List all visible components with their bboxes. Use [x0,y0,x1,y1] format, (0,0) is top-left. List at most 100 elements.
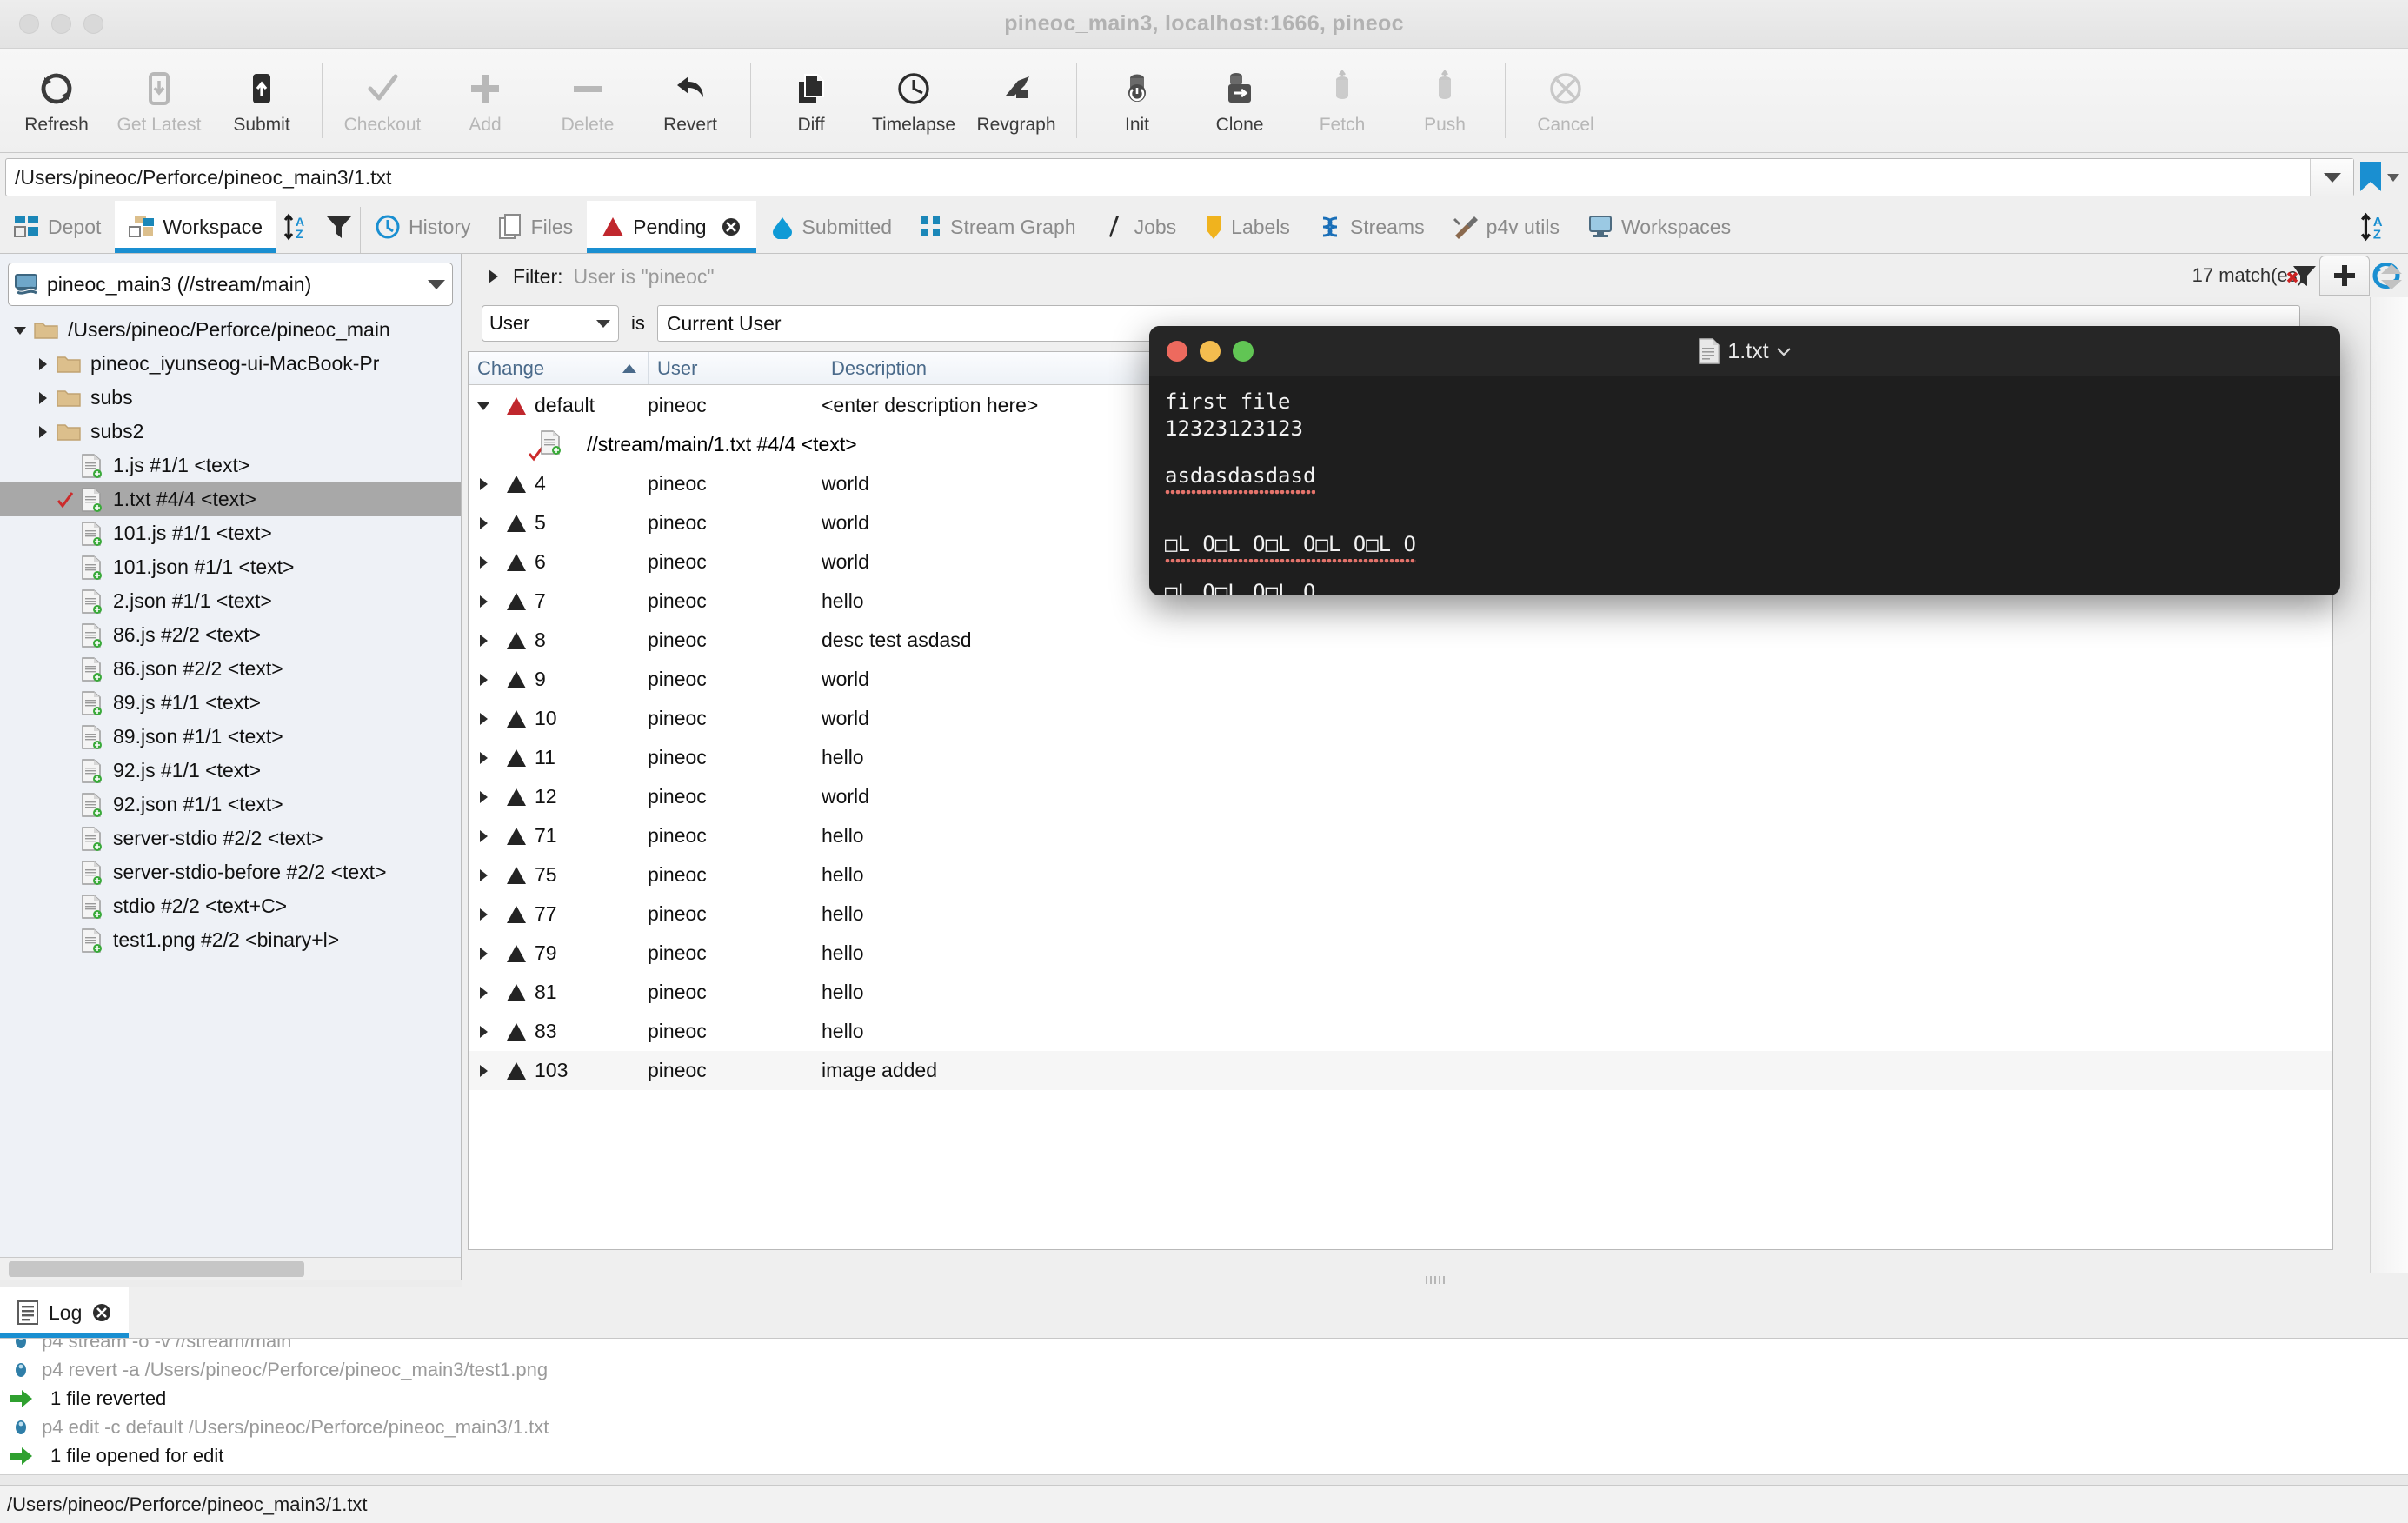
table-row[interactable]: 79 pineoc hello [469,934,2332,973]
tree-file-row[interactable]: stdio #2/2 <text+C> [0,889,461,923]
fetch-button[interactable]: Fetch [1291,49,1394,152]
clone-button[interactable]: Clone [1188,49,1291,152]
tab-pending[interactable]: Pending [587,201,756,253]
tree-file-row[interactable]: 89.json #1/1 <text> [0,720,461,754]
twisty-collapsed-icon[interactable] [476,867,490,884]
twisty-collapsed-icon[interactable] [476,632,490,649]
table-row[interactable]: 11 pineoc hello [469,738,2332,777]
row-twisty[interactable] [469,945,498,962]
revgraph-button[interactable]: Revgraph [965,49,1068,152]
editor-content[interactable]: first file 12323123123 asdasdasdasd □L O□L … [1149,376,2340,595]
workspace-selector[interactable]: pineoc_main3 (//stream/main) [8,263,453,306]
twisty-expanded-icon[interactable] [11,323,29,337]
tab-files[interactable]: Files [485,201,588,253]
row-twisty[interactable] [469,710,498,728]
tree-file-row[interactable]: test1.png #2/2 <binary+l> [0,923,461,957]
table-row[interactable]: 103 pineoc image added [469,1051,2332,1090]
twisty-collapsed-icon[interactable] [476,828,490,845]
table-row[interactable]: 77 pineoc hello [469,895,2332,934]
tab-history[interactable]: History [361,201,485,253]
tab-workspace[interactable]: Workspace [115,201,276,253]
tree-file-row[interactable]: 1.txt #4/4 <text> [0,482,461,516]
twisty-collapsed-icon[interactable] [476,710,490,728]
editor-document-title[interactable]: 1.txt [1149,338,2340,364]
row-twisty[interactable] [469,515,498,532]
submit-button[interactable]: Submit [210,49,313,152]
pending-horizontal-scrollbar[interactable] [468,1254,2333,1274]
scrollbar-thumb[interactable] [9,1261,304,1277]
row-twisty[interactable] [469,1023,498,1041]
cancel-button[interactable]: Cancel [1514,49,1617,152]
tree-file-row[interactable]: 92.json #1/1 <text> [0,788,461,821]
table-row[interactable]: 83 pineoc hello [469,1012,2332,1051]
init-button[interactable]: Init [1086,49,1188,152]
add-filter-tab-button[interactable] [2319,256,2370,296]
revert-button[interactable]: Revert [639,49,742,152]
tree-file-row[interactable]: 101.json #1/1 <text> [0,550,461,584]
sort-az-button[interactable]: A Z [276,201,318,253]
diff-button[interactable]: Diff [760,49,862,152]
row-twisty[interactable] [469,788,498,806]
row-twisty[interactable] [469,828,498,845]
refresh-button[interactable]: Refresh [5,49,108,152]
twisty-collapsed-icon[interactable] [476,1023,490,1041]
row-twisty[interactable] [469,399,498,413]
twisty-collapsed-icon[interactable] [476,671,490,688]
tree-twisty[interactable] [31,389,54,407]
tab-stream-graph[interactable]: Stream Graph [906,201,1089,253]
get-latest-button[interactable]: Get Latest [108,49,210,152]
tree-twisty[interactable] [9,323,31,337]
close-icon[interactable] [90,1301,113,1324]
text-editor-window[interactable]: 1.txt first file 12323123123 asdasdasdasd □… [1149,326,2340,595]
table-row[interactable]: 8 pineoc desc test asdasd [469,621,2332,660]
filter-funnel-button[interactable] [318,201,360,253]
twisty-collapsed-icon[interactable] [476,749,490,767]
twisty-collapsed-icon[interactable] [476,906,490,923]
twisty-expanded-icon[interactable] [475,399,492,413]
tree-file-row[interactable]: 89.js #1/1 <text> [0,686,461,720]
table-row[interactable]: 71 pineoc hello [469,816,2332,855]
tab-log[interactable]: Log [0,1287,130,1338]
twisty-collapsed-icon[interactable] [476,515,490,532]
twisty-collapsed-icon[interactable] [36,356,50,373]
scroll-stepper[interactable] [2377,257,2406,296]
row-twisty[interactable] [469,906,498,923]
tree-file-row[interactable]: server-stdio-before #2/2 <text> [0,855,461,889]
tree-file-row[interactable]: 86.json #2/2 <text> [0,652,461,686]
row-twisty[interactable] [469,671,498,688]
row-twisty[interactable] [469,1062,498,1080]
table-row[interactable]: 12 pineoc world [469,777,2332,816]
tree-file-row[interactable]: 1.js #1/1 <text> [0,449,461,482]
tab-streams[interactable]: Streams [1304,201,1439,253]
table-row[interactable]: 10 pineoc world [469,699,2332,738]
twisty-collapsed-icon[interactable] [476,554,490,571]
address-input[interactable]: /Users/pineoc/Perforce/pineoc_main3/1.tx… [6,166,2310,190]
expand-triangle-icon[interactable] [485,267,501,286]
table-row[interactable]: 9 pineoc world [469,660,2332,699]
row-twisty[interactable] [469,867,498,884]
address-dropdown-button[interactable] [2310,159,2353,196]
tree-twisty[interactable] [31,423,54,441]
tree-folder-row[interactable]: /Users/pineoc/Perforce/pineoc_main [0,313,461,347]
tree-folder-row[interactable]: subs2 [0,415,461,449]
row-twisty[interactable] [469,749,498,767]
address-field[interactable]: /Users/pineoc/Perforce/pineoc_main3/1.tx… [5,158,2354,196]
filter-field-select[interactable]: User [482,305,619,342]
tree-twisty[interactable] [31,356,54,373]
row-twisty[interactable] [469,632,498,649]
column-header-user[interactable]: User [648,352,822,384]
sort-az-right-button[interactable]: A Z [2354,201,2396,253]
twisty-collapsed-icon[interactable] [476,1062,490,1080]
push-button[interactable]: Push [1394,49,1496,152]
tree-file-row[interactable]: 2.json #1/1 <text> [0,584,461,618]
table-row[interactable]: 75 pineoc hello [469,855,2332,895]
timelapse-button[interactable]: Timelapse [862,49,965,152]
tree-file-row[interactable]: 101.js #1/1 <text> [0,516,461,550]
tab-depot[interactable]: Depot [0,201,115,253]
tree-file-row[interactable]: 92.js #1/1 <text> [0,754,461,788]
bookmark-button[interactable] [2354,160,2403,195]
log-horizontal-scrollbar[interactable] [0,1474,2408,1485]
delete-button[interactable]: Delete [536,49,639,152]
tab-jobs[interactable]: Jobs [1090,201,1191,253]
checkout-button[interactable]: Checkout [331,49,434,152]
